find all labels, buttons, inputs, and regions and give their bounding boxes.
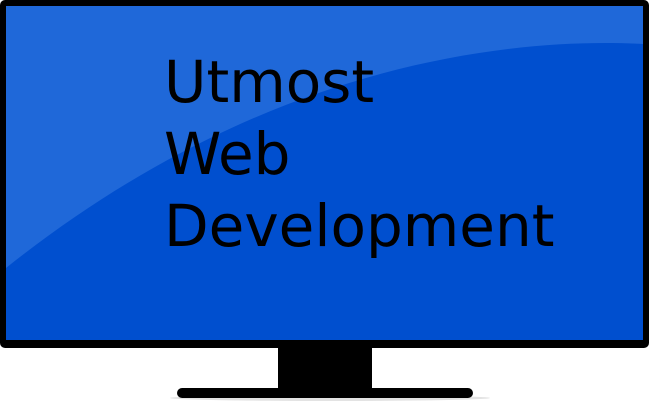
monitor-illustration: Utmost Web Development (0, 0, 649, 402)
headline-line-2: Web (164, 120, 291, 188)
monitor-screen: Utmost Web Development (6, 6, 643, 340)
headline-line-1: Utmost (164, 48, 375, 116)
monitor-bezel: Utmost Web Development (0, 0, 649, 348)
monitor-stand-neck (278, 346, 372, 392)
headline-line-3: Development (164, 192, 555, 260)
monitor-stand-base (177, 388, 473, 398)
screen-headline: Utmost Web Development (164, 46, 554, 262)
